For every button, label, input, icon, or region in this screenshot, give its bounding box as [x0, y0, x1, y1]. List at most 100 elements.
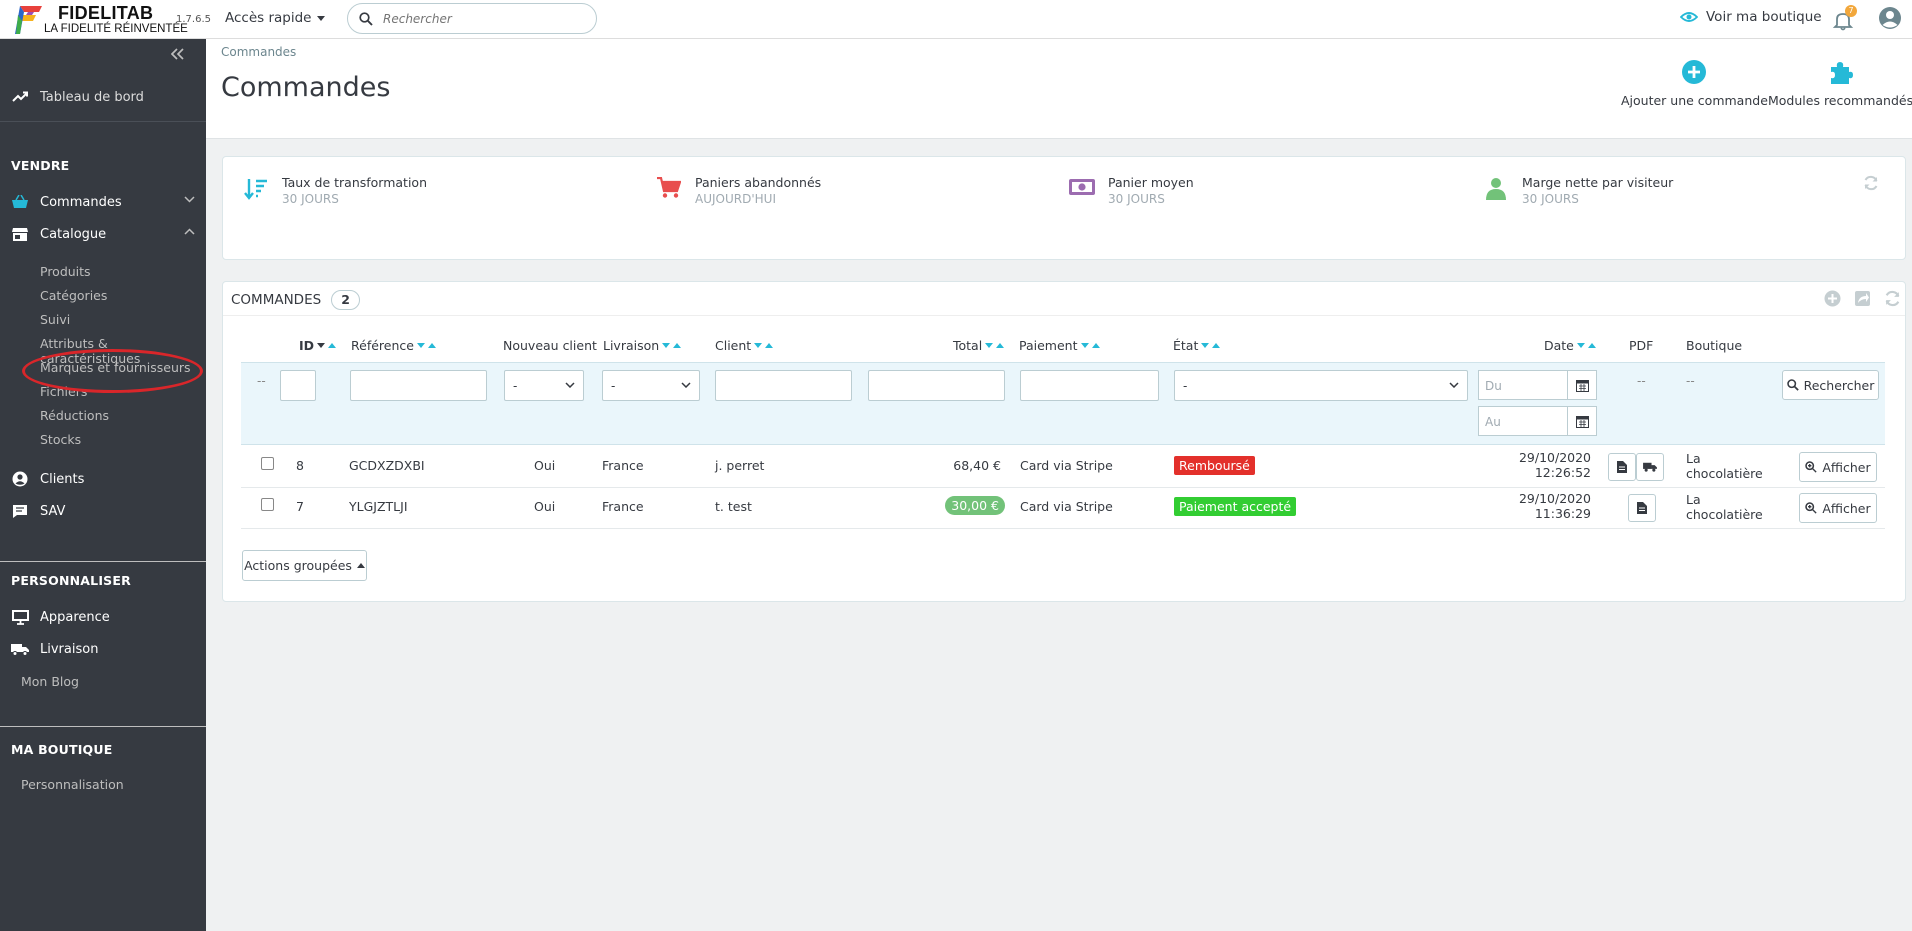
kpi-subtitle: 30 JOURS	[1108, 192, 1165, 206]
sort-asc-icon[interactable]	[765, 343, 774, 348]
column-label: État	[1173, 338, 1199, 353]
sidebar-subitem-brands-suppliers[interactable]: Marques et fournisseurs	[40, 360, 191, 375]
view-shop-link[interactable]: Voir ma boutique	[1680, 9, 1822, 25]
kpi-net-margin[interactable]: Marge nette par visiteur 30 JOURS	[1482, 175, 1673, 206]
money-icon	[1069, 179, 1095, 195]
column-header-status[interactable]: État	[1173, 338, 1221, 353]
sidebar-item-customers[interactable]: Clients	[0, 464, 206, 494]
quick-access-dropdown[interactable]: Accès rapide	[225, 10, 325, 26]
search-filter-button[interactable]: Rechercher	[1782, 370, 1879, 400]
sort-desc-icon[interactable]	[1576, 343, 1585, 348]
calendar-from-button[interactable]	[1567, 370, 1597, 400]
sort-desc-icon[interactable]	[662, 343, 671, 348]
sort-desc-icon[interactable]	[317, 343, 326, 348]
sidebar-item-appearance[interactable]: Apparence	[0, 602, 206, 632]
version-label: 1.7.6.5	[176, 14, 211, 25]
invoice-button[interactable]	[1628, 494, 1656, 522]
sidebar-item-catalog[interactable]: Catalogue	[0, 219, 206, 249]
invoice-button[interactable]	[1608, 453, 1636, 481]
sort-asc-icon[interactable]	[1587, 343, 1596, 348]
column-header-date[interactable]: Date	[1544, 338, 1596, 353]
chat-icon	[13, 504, 27, 518]
sort-desc-icon[interactable]	[1080, 343, 1089, 348]
filter-status-select[interactable]: -	[1174, 370, 1468, 401]
recommended-modules-button[interactable]: Modules recommandés	[1768, 59, 1912, 108]
filter-date-from-input[interactable]: Du	[1478, 370, 1568, 400]
export-icon[interactable]	[1854, 290, 1871, 307]
sort-asc-icon[interactable]	[673, 343, 682, 348]
sort-asc-icon[interactable]	[1212, 343, 1221, 348]
filter-id-input[interactable]	[280, 370, 316, 401]
filter-reference-input[interactable]	[350, 370, 487, 401]
kpi-average-cart[interactable]: Panier moyen 30 JOURS	[1068, 175, 1194, 206]
column-header-total[interactable]: Total	[953, 338, 1005, 353]
view-order-button[interactable]: Afficher	[1799, 452, 1877, 482]
filter-total-input[interactable]	[868, 370, 1005, 401]
column-header-delivery[interactable]: Livraison	[603, 338, 682, 353]
sort-asc-icon[interactable]	[1091, 343, 1100, 348]
table-row[interactable]: 7 YLGJZTLJI Oui France t. test 30,00 € C…	[241, 488, 1885, 529]
column-header-client[interactable]: Client	[715, 338, 774, 353]
sidebar-subitem-stocks[interactable]: Stocks	[40, 432, 81, 447]
view-order-button[interactable]: Afficher	[1799, 493, 1877, 523]
view-shop-label: Voir ma boutique	[1706, 9, 1822, 25]
orders-panel: COMMANDES 2 ID Référence Nouveau client …	[222, 281, 1906, 602]
shop-line2: chocolatière	[1686, 466, 1763, 481]
divider	[0, 561, 206, 562]
sidebar-subitem-products[interactable]: Produits	[40, 264, 91, 279]
kpi-subtitle: 30 JOURS	[1522, 192, 1579, 206]
table-row[interactable]: 8 GCDXZDXBI Oui France j. perret 68,40 €…	[241, 447, 1885, 488]
sidebar-subitem-tracking[interactable]: Suivi	[40, 312, 70, 327]
sort-desc-icon[interactable]	[985, 343, 994, 348]
user-icon	[1486, 178, 1506, 200]
sort-asc-icon[interactable]	[996, 343, 1005, 348]
sort-desc-icon[interactable]	[754, 343, 763, 348]
column-label: Référence	[351, 338, 414, 353]
delivery-slip-button[interactable]	[1636, 453, 1664, 481]
status-badge: Remboursé	[1174, 456, 1255, 475]
add-icon[interactable]	[1824, 290, 1841, 307]
refresh-list-icon[interactable]	[1884, 290, 1901, 307]
add-order-button[interactable]: Ajouter une commande	[1621, 59, 1768, 108]
kpi-abandoned-carts[interactable]: Paniers abandonnés AUJOURD'HUI	[655, 175, 821, 206]
sidebar-item-dashboard[interactable]: Tableau de bord	[0, 86, 144, 108]
sidebar-subitem-categories[interactable]: Catégories	[40, 288, 107, 303]
column-header-reference[interactable]: Référence	[351, 338, 436, 353]
column-label: Client	[715, 338, 752, 353]
chevron-down-icon	[565, 382, 575, 388]
sort-asc-icon[interactable]	[427, 343, 436, 348]
sidebar-item-blog[interactable]: Mon Blog	[21, 674, 79, 689]
sidebar-subitem-files[interactable]: Fichiers	[40, 384, 87, 399]
column-header-id[interactable]: ID	[299, 338, 337, 353]
filter-client-input[interactable]	[715, 370, 852, 401]
row-checkbox[interactable]	[261, 498, 274, 511]
account-icon[interactable]	[1878, 6, 1902, 30]
bulk-actions-button[interactable]: Actions groupées	[242, 550, 367, 581]
filter-delivery-select[interactable]: -	[602, 370, 700, 401]
search-box[interactable]	[347, 3, 597, 34]
sort-asc-icon[interactable]	[328, 343, 337, 348]
collapse-sidebar-icon[interactable]	[171, 48, 185, 60]
sort-desc-icon[interactable]	[1201, 343, 1210, 348]
filter-payment-input[interactable]	[1020, 370, 1159, 401]
search-input[interactable]	[383, 11, 573, 26]
truck-icon	[1643, 462, 1657, 472]
sidebar-item-orders[interactable]: Commandes	[0, 187, 206, 217]
filter-new-client-select[interactable]: -	[504, 370, 584, 401]
cell-shop: La chocolatière	[1686, 451, 1763, 481]
sort-desc-icon[interactable]	[416, 343, 425, 348]
breadcrumb[interactable]: Commandes	[221, 45, 296, 59]
sidebar-item-label: Clients	[40, 471, 85, 487]
kpi-conversion[interactable]: Taux de transformation 30 JOURS	[242, 175, 427, 206]
sidebar-subitem-discounts[interactable]: Réductions	[40, 408, 109, 423]
calendar-to-button[interactable]	[1567, 406, 1597, 436]
row-checkbox[interactable]	[261, 457, 274, 470]
refresh-icon[interactable]	[1863, 175, 1879, 191]
sidebar-item-sav[interactable]: SAV	[0, 496, 206, 526]
sidebar-item-personalization[interactable]: Personnalisation	[21, 777, 124, 792]
search-icon	[1786, 379, 1799, 391]
filter-date-to-input[interactable]: Au	[1478, 406, 1568, 436]
sidebar-item-shipping[interactable]: Livraison	[0, 634, 206, 664]
column-header-payment[interactable]: Paiement	[1019, 338, 1100, 353]
shop-line1: La	[1686, 492, 1701, 507]
